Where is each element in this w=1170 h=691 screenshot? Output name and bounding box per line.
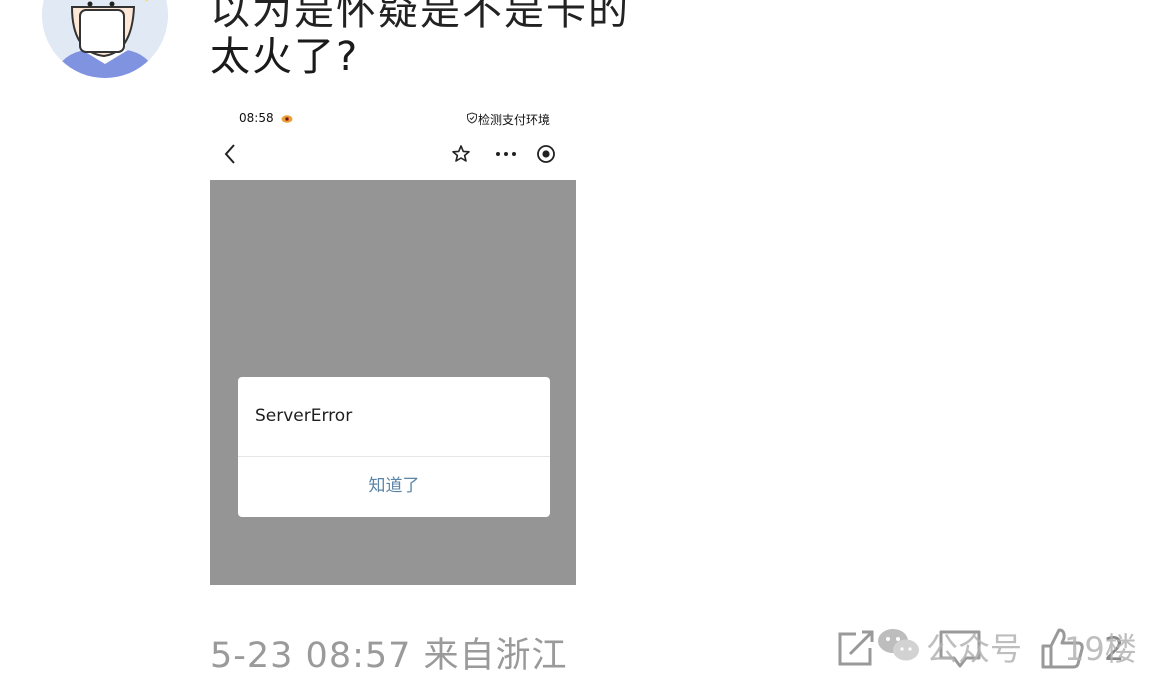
close-miniapp-icon[interactable] (536, 144, 556, 164)
shield-icon (467, 112, 477, 124)
wechat-logo-icon (878, 629, 919, 661)
dialog-message: ServerError (255, 406, 353, 426)
comment-card: 以为是怀疑是不是卡的 太火了? 08:58 正在检测支付环境 (0, 0, 1170, 691)
post-text: 太火了? (210, 34, 360, 80)
embedded-screenshot[interactable]: 08:58 正在检测支付环境 Serve (210, 100, 576, 585)
avatar-illustration (42, 0, 168, 78)
status-time: 08:58 (239, 111, 274, 125)
star-icon[interactable] (451, 144, 471, 164)
dialog-ok-button[interactable]: 知道了 (238, 471, 550, 496)
error-dialog: ServerError 知道了 (238, 377, 550, 517)
back-arrow-icon[interactable] (223, 143, 237, 165)
weibo-icon (281, 115, 293, 123)
status-right: 正在检测支付环境 (466, 111, 552, 128)
more-icon[interactable] (494, 145, 518, 163)
share-icon[interactable] (836, 628, 876, 668)
post-meta: 5-23 08:57 来自浙江 (210, 636, 568, 676)
avatar[interactable] (42, 0, 168, 78)
watermark-text: 公众号 (926, 630, 1023, 668)
floor-label: 19楼 (1064, 630, 1137, 668)
status-right-text: 正在检测支付环境 (478, 113, 550, 127)
dialog-divider (238, 456, 550, 457)
